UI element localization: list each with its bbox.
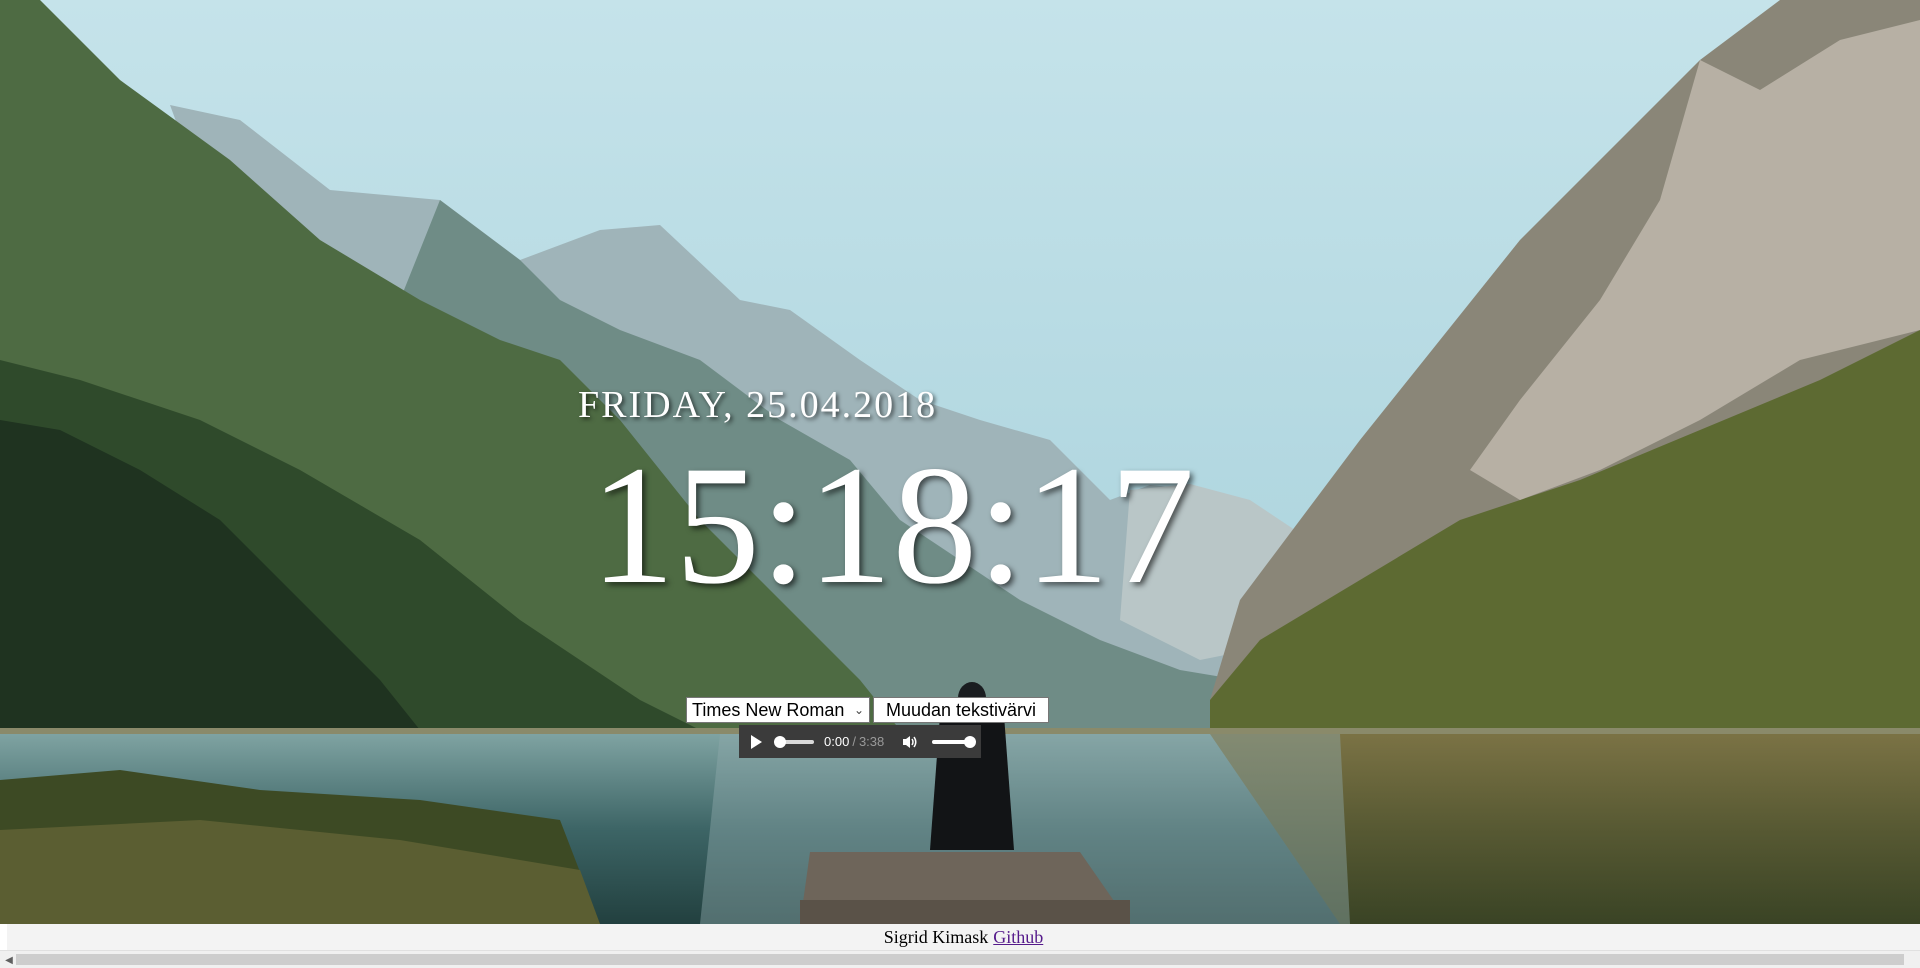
duration: 3:38: [858, 734, 885, 749]
controls-row: Times New Roman ⌄ Muudan tekstivärvi: [686, 697, 1049, 723]
horizontal-scrollbar[interactable]: ◀: [0, 950, 1920, 968]
scroll-left-icon[interactable]: ◀: [2, 953, 16, 967]
font-select-value: Times New Roman: [692, 699, 845, 720]
time-separator: /: [852, 734, 856, 749]
github-link[interactable]: Github: [993, 927, 1043, 948]
scrollbar-thumb[interactable]: [16, 954, 1904, 965]
footer: Sigrid Kimask Github: [7, 924, 1920, 950]
audio-progress-slider[interactable]: [774, 735, 814, 748]
play-icon[interactable]: [751, 734, 762, 749]
progress-knob[interactable]: [774, 735, 786, 748]
clock-display: 15:18:17: [590, 431, 1195, 619]
date-display: FRIDAY, 25.04.2018: [578, 384, 938, 426]
volume-knob[interactable]: [964, 735, 977, 748]
font-select[interactable]: Times New Roman ⌄: [686, 697, 870, 723]
audio-player: 0:00 / 3:38: [739, 725, 981, 758]
volume-icon[interactable]: [902, 735, 918, 749]
author-name: Sigrid Kimask: [883, 926, 989, 947]
chevron-down-icon: ⌄: [853, 703, 864, 717]
change-text-color-button[interactable]: Muudan tekstivärvi: [873, 697, 1049, 723]
volume-slider[interactable]: [932, 735, 977, 748]
current-time: 0:00: [824, 734, 850, 749]
